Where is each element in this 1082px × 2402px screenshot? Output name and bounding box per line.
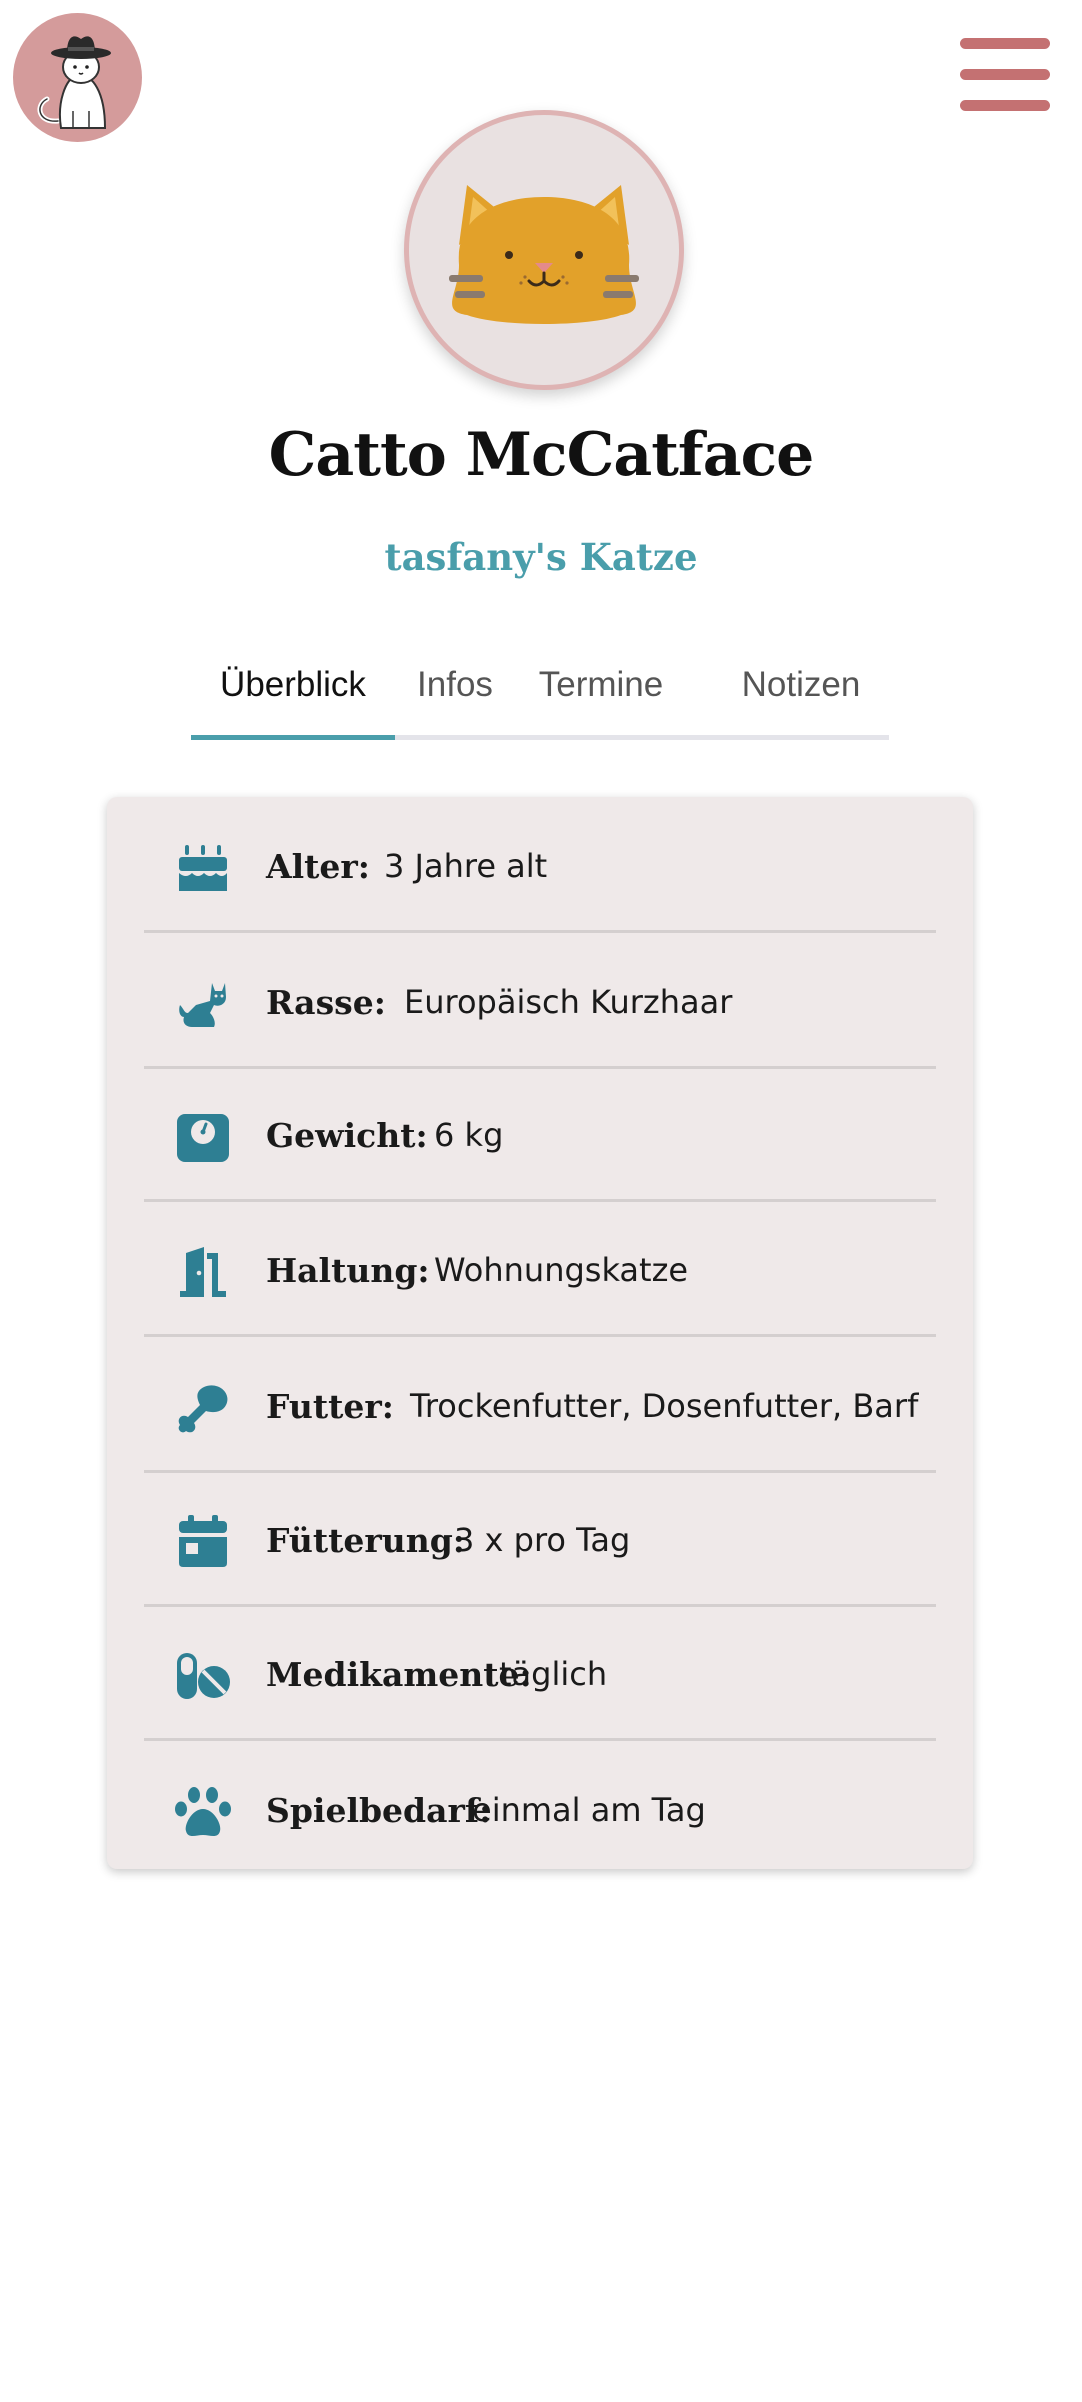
overview-row-futter: Futter: Trockenfutter, Dosenfutter, Barf — [144, 1337, 936, 1473]
tab-termine[interactable]: Termine — [521, 655, 681, 735]
pet-name: Catto McCatface — [268, 420, 815, 490]
overview-label: Spielbedarf: — [266, 1791, 492, 1830]
overview-row-haltung: Haltung: Wohnungskatze — [144, 1201, 936, 1337]
birthday-cake-icon — [174, 839, 232, 897]
menu-bar — [960, 69, 1050, 80]
overview-label: Gewicht: — [266, 1116, 428, 1155]
weight-scale-icon — [174, 1108, 232, 1166]
cat-icon — [174, 975, 232, 1033]
overview-value: Wohnungskatze — [434, 1251, 689, 1289]
overview-label: Fütterung: — [266, 1521, 465, 1560]
cat-avatar — [404, 110, 684, 390]
pills-icon — [174, 1647, 232, 1705]
door-open-icon — [174, 1243, 232, 1301]
overview-row-rasse: Rasse: Europäisch Kurzhaar — [144, 933, 936, 1069]
overview-label: Alter: — [266, 847, 370, 886]
overview-label: Haltung: — [266, 1251, 430, 1290]
overview-row-alter: Alter: 3 Jahre alt — [144, 797, 936, 933]
overview-row-fuetterung: Fütterung: 3 x pro Tag — [144, 1471, 936, 1607]
calendar-icon — [174, 1513, 232, 1571]
paw-icon — [174, 1783, 232, 1841]
overview-value: 6 kg — [434, 1116, 504, 1154]
overview-value: einmal am Tag — [472, 1791, 706, 1829]
overview-value: Europäisch Kurzhaar — [404, 983, 733, 1021]
overview-value: 3 Jahre alt — [384, 847, 548, 885]
tab-notizen[interactable]: Notizen — [731, 655, 871, 735]
pet-owner: tasfany's Katze — [384, 535, 698, 579]
orange-cat-face-avatar — [449, 185, 639, 324]
overview-label: Rasse: — [266, 983, 386, 1022]
overview-label: Futter: — [266, 1387, 394, 1426]
menu-bar — [960, 38, 1050, 49]
overview-row-medikamente: Medikamente: täglich — [144, 1605, 936, 1741]
menu-bar — [960, 100, 1050, 111]
app-logo[interactable] — [13, 13, 142, 142]
overview-value: 3 x pro Tag — [454, 1521, 631, 1559]
tab-bar: Überblick Infos Termine Notizen — [191, 655, 889, 740]
overview-row-gewicht: Gewicht: 6 kg — [144, 1066, 936, 1202]
overview-value: Trockenfutter, Dosenfutter, Barf — [410, 1387, 919, 1425]
overview-card: Alter: 3 Jahre alt Rasse: Europäisch Kur… — [107, 797, 973, 1869]
cat-with-cowboy-hat-logo — [37, 36, 111, 129]
hamburger-menu-icon[interactable] — [960, 36, 1050, 116]
tab-ueberblick[interactable]: Überblick — [191, 655, 395, 740]
overview-value: täglich — [499, 1655, 608, 1693]
overview-label: Medikamente: — [266, 1655, 532, 1694]
drumstick-icon — [174, 1379, 232, 1437]
overview-row-spielbedarf: Spielbedarf: einmal am Tag — [144, 1741, 936, 1874]
tab-infos[interactable]: Infos — [395, 655, 515, 735]
